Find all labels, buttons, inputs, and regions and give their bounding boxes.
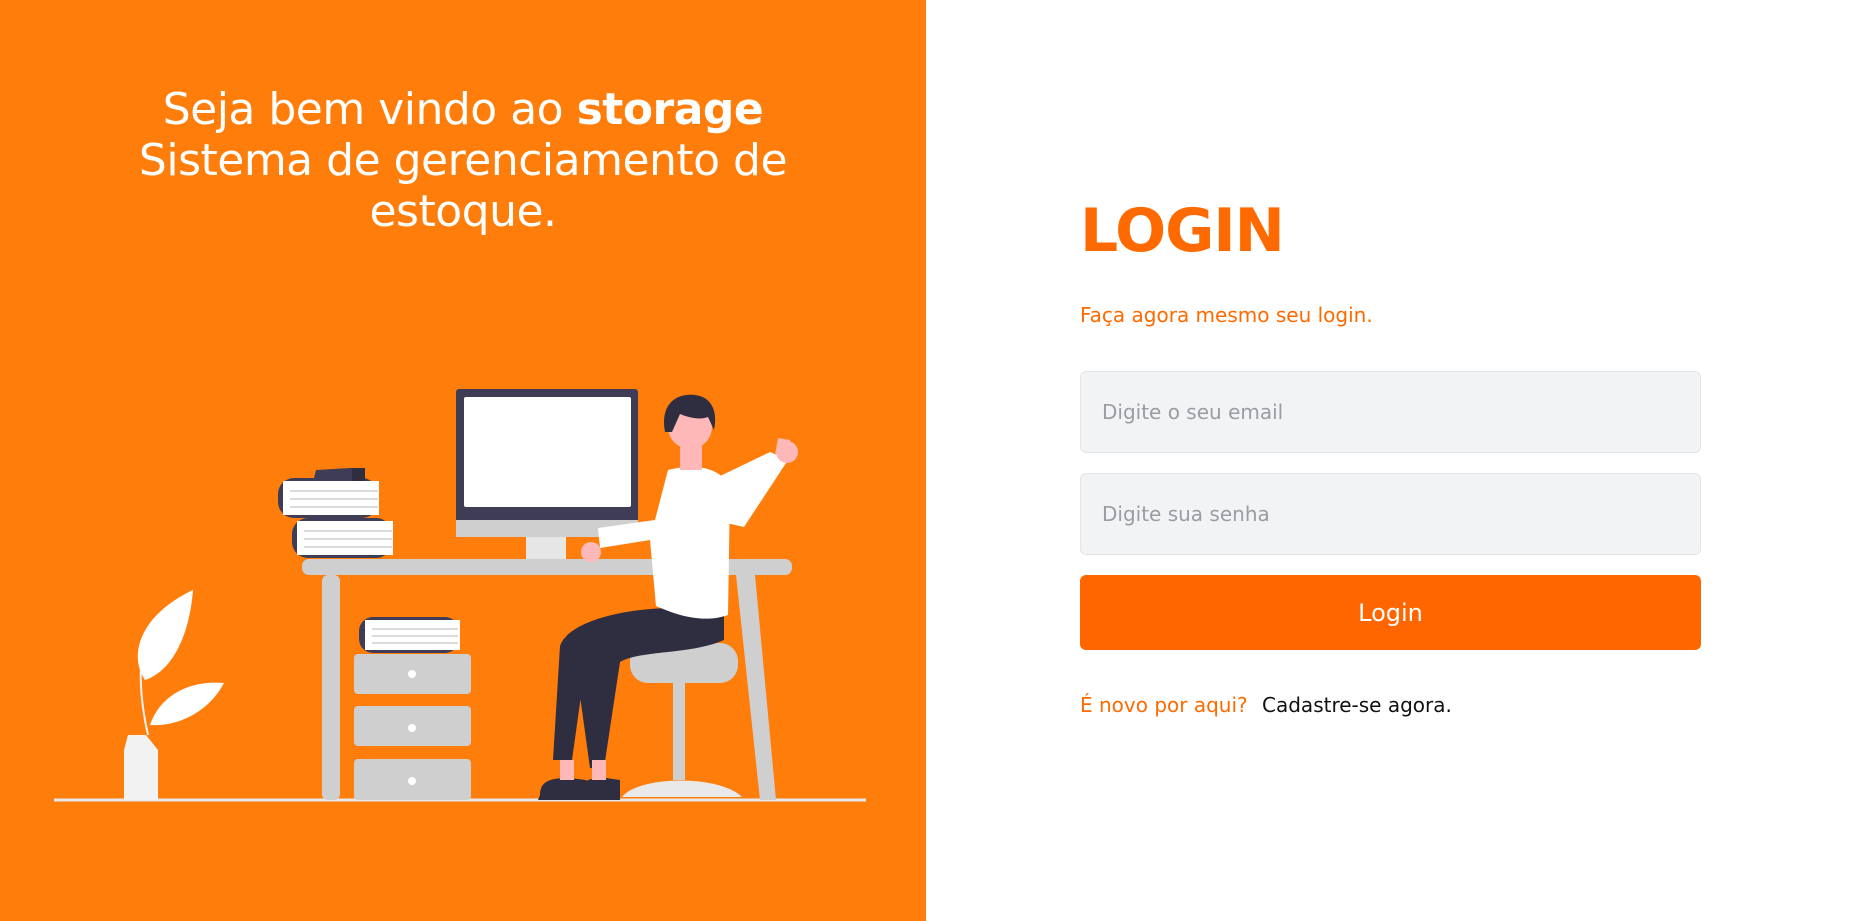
drawer-cabinet — [354, 654, 471, 800]
signup-row: É novo por aqui? Cadastre-se agora. — [1080, 693, 1452, 717]
welcome-panel: Seja bem vindo ao storage Sistema de ger… — [0, 0, 926, 921]
book-stack-large — [278, 468, 393, 558]
email-field[interactable] — [1080, 371, 1701, 453]
person-at-desk-illustration — [54, 389, 866, 802]
signup-link[interactable]: Cadastre-se agora. — [1262, 693, 1452, 717]
password-field[interactable] — [1080, 473, 1701, 555]
signup-question: É novo por aqui? — [1080, 693, 1248, 717]
login-subtitle: Faça agora mesmo seu login. — [1080, 303, 1373, 327]
book-stack-small — [359, 617, 460, 653]
plant-icon — [124, 590, 224, 800]
login-panel: LOGIN Faça agora mesmo seu login. Login … — [926, 0, 1851, 921]
chair — [622, 643, 742, 797]
login-title: LOGIN — [1080, 196, 1285, 266]
login-button[interactable]: Login — [1080, 575, 1701, 650]
